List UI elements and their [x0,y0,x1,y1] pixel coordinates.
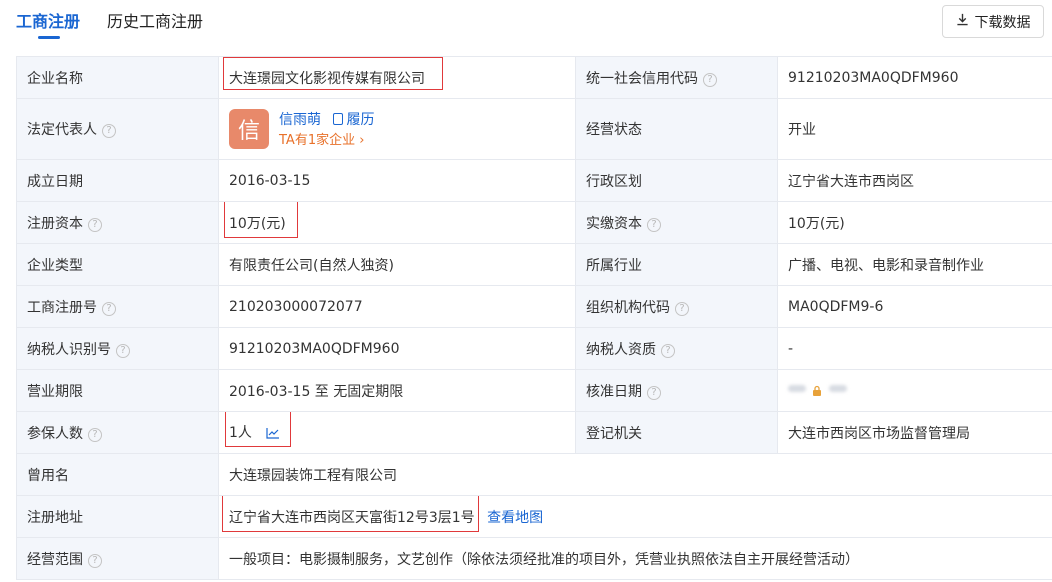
tabs-bar: 工商注册 历史工商注册 下载数据 [0,0,1052,48]
help-icon[interactable]: ? [116,343,130,358]
tab-history-registration[interactable]: 历史工商注册 [107,11,203,33]
established-label: 成立日期 [16,159,219,202]
help-icon[interactable]: ? [102,301,116,316]
table-row: 法定代表人? 信 信雨萌 履历 TA有1家企业 › 经营状态 开业 [16,98,1052,160]
taxpayer-id-label: 纳税人识别号 [27,341,111,358]
trend-chart-icon[interactable] [266,427,280,443]
industry-label: 所属行业 [575,243,778,286]
table-row: 参保人数? 1人 登记机关 大连市西岗区市场监督管理局 [16,411,1052,454]
taxpayer-qual-label: 纳税人资质 [586,341,656,358]
help-icon[interactable]: ? [88,217,102,232]
table-row: 企业类型 有限责任公司(自然人独资) 所属行业 广播、电视、电影和录音制作业 [16,243,1052,286]
paid-capital-value: 10万(元) [777,201,1052,244]
taxpayer-qual-value: - [777,327,1052,370]
address-label: 注册地址 [16,495,219,538]
scope-label: 经营范围 [27,551,83,568]
download-button[interactable]: 下载数据 [942,5,1044,38]
industry-value: 广播、电视、电影和录音制作业 [777,243,1052,286]
help-icon[interactable]: ? [88,553,102,568]
download-icon [956,13,969,30]
resume-icon [333,112,344,125]
taxpayer-id-value: 91210203MA0QDFM960 [218,327,576,370]
company-type-value: 有限责任公司(自然人独资) [218,243,576,286]
region-value: 辽宁省大连市西岗区 [777,159,1052,202]
org-code-label: 组织机构代码 [586,299,670,316]
term-label: 营业期限 [16,369,219,412]
table-row: 企业名称 大连璟园文化影视传媒有限公司 统一社会信用代码? 91210203MA… [16,56,1052,99]
region-label: 行政区划 [575,159,778,202]
reg-capital-label: 注册资本 [27,215,83,232]
term-value: 2016-03-15 至 无固定期限 [218,369,576,412]
established-value: 2016-03-15 [218,159,576,202]
approval-date-label: 核准日期 [586,383,642,400]
tab-business-registration[interactable]: 工商注册 [16,11,80,33]
credit-code-label: 统一社会信用代码 [586,70,698,87]
resume-link[interactable]: 履历 [333,112,374,128]
company-name-label: 企业名称 [16,56,219,99]
credit-code-value: 91210203MA0QDFM960 [777,56,1052,99]
ta-companies-link[interactable]: TA有1家企业 › [279,132,374,150]
help-icon[interactable]: ? [647,217,661,232]
table-row: 成立日期 2016-03-15 行政区划 辽宁省大连市西岗区 [16,159,1052,202]
table-row: 经营范围? 一般项目：电影摄制服务，文艺创作（除依法须经批准的项目外，凭营业执照… [16,537,1052,580]
table-row: 纳税人识别号? 91210203MA0QDFM960 纳税人资质? - [16,327,1052,370]
help-icon[interactable]: ? [647,385,661,400]
authority-label: 登记机关 [575,411,778,454]
status-label: 经营状态 [575,98,778,160]
reg-number-label: 工商注册号 [27,299,97,316]
help-icon[interactable]: ? [703,72,717,87]
business-info-table: 企业名称 大连璟园文化影视传媒有限公司 统一社会信用代码? 91210203MA… [16,56,1052,580]
lock-icon[interactable] [812,384,822,400]
reg-capital-value: 10万(元) [229,215,286,232]
table-row: 曾用名 大连璟园装饰工程有限公司 [16,453,1052,496]
legal-rep-label: 法定代表人 [27,122,97,138]
help-icon[interactable]: ? [661,343,675,358]
resume-label: 履历 [346,111,375,128]
authority-value: 大连市西岗区市场监督管理局 [777,411,1052,454]
help-icon[interactable]: ? [102,124,116,138]
address-value: 辽宁省大连市西岗区天富街12号3层1号 [229,509,475,526]
table-row: 营业期限 2016-03-15 至 无固定期限 核准日期? [16,369,1052,412]
help-icon[interactable]: ? [675,301,689,316]
former-name-value: 大连璟园装饰工程有限公司 [218,453,1052,496]
insured-label: 参保人数 [27,425,83,442]
active-tab-underline [38,36,60,39]
company-name-value: 大连璟园文化影视传媒有限公司 [229,70,425,87]
insured-value: 1人 [229,425,252,441]
download-button-label: 下载数据 [974,14,1031,31]
avatar[interactable]: 信 [229,109,269,149]
status-value: 开业 [777,98,1052,160]
blurred-value [828,384,847,392]
help-icon[interactable]: ? [88,427,102,442]
org-code-value: MA0QDFM9-6 [777,285,1052,328]
legal-rep-name-link[interactable]: 信雨萌 [279,112,321,128]
reg-number-value: 210203000072077 [218,285,576,328]
scope-value: 一般项目：电影摄制服务，文艺创作（除依法须经批准的项目外，凭营业执照依法自主开展… [218,537,1052,580]
view-map-link[interactable]: 查看地图 [487,510,543,526]
former-name-label: 曾用名 [16,453,219,496]
table-row: 注册资本? 10万(元) 实缴资本? 10万(元) [16,201,1052,244]
table-row: 注册地址 辽宁省大连市西岗区天富街12号3层1号 查看地图 [16,495,1052,538]
blurred-value [788,384,806,392]
company-type-label: 企业类型 [16,243,219,286]
table-row: 工商注册号? 210203000072077 组织机构代码? MA0QDFM9-… [16,285,1052,328]
paid-capital-label: 实缴资本 [586,215,642,232]
